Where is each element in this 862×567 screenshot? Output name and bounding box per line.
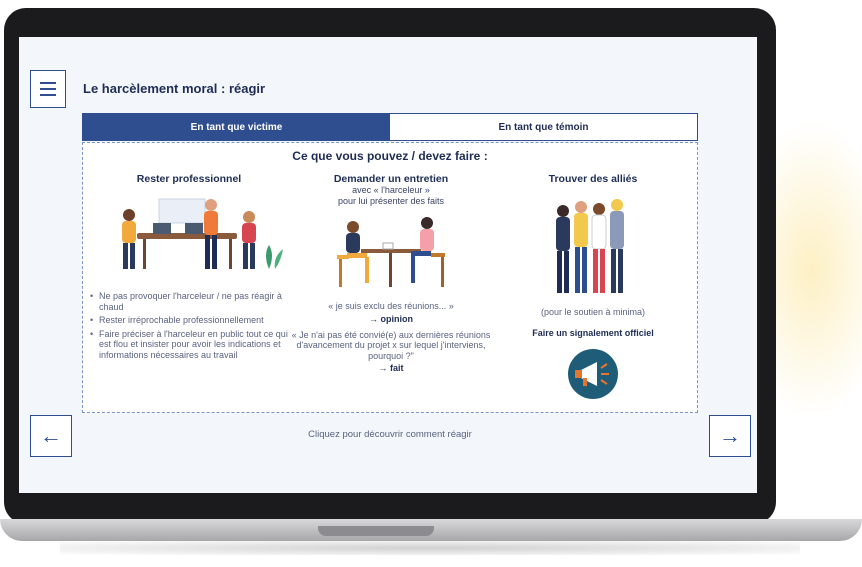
panel-heading: Ce que vous pouvez / devez faire : bbox=[292, 149, 488, 163]
laptop-shadow bbox=[60, 541, 800, 555]
allies-group-illustration bbox=[556, 199, 624, 293]
bullet-list: Ne pas provoquer l'harceleur / ne pas ré… bbox=[89, 291, 289, 360]
prev-button[interactable]: ← bbox=[30, 415, 72, 457]
instruction-hint: Cliquez pour découvrir comment réagir bbox=[308, 429, 472, 440]
page-title: Le harcèlement moral : réagir bbox=[83, 81, 266, 96]
column-trouver-allies: Trouver des alliés (pour le soutien à mi… bbox=[493, 173, 693, 400]
tab-victime[interactable]: En tant que victime bbox=[83, 114, 390, 140]
column-rester-professionnel: Rester professionnel • Ne pas provoquer … bbox=[89, 173, 289, 363]
column-title: Demander un entretien bbox=[333, 173, 449, 185]
screen: Le harcèlement moral : réagir En tant qu… bbox=[19, 37, 757, 493]
column-subtitle: pour lui présenter des faits bbox=[337, 196, 445, 206]
content-panel: Ce que vous pouvez / devez faire : Reste… bbox=[82, 142, 698, 413]
hamburger-menu-icon bbox=[40, 82, 56, 84]
arrow-right-icon: → bbox=[719, 423, 741, 448]
list-item: Faire préciser à l'harceleur en public t… bbox=[89, 329, 289, 361]
list-item: Ne pas provoquer l'harceleur / ne pas ré… bbox=[89, 291, 289, 312]
tab-bar: En tant que victime En tant que témoin bbox=[82, 113, 698, 141]
tab-temoin[interactable]: En tant que témoin bbox=[390, 114, 697, 140]
meeting-illustration bbox=[122, 198, 283, 269]
interview-illustration bbox=[337, 217, 445, 287]
menu-button[interactable] bbox=[30, 70, 66, 108]
laptop-notch bbox=[318, 526, 434, 536]
column-subtitle: avec « l'harceleur » bbox=[352, 185, 430, 195]
list-item: Rester irréprochable professionnellement bbox=[89, 315, 289, 326]
arrow-left-icon: ← bbox=[40, 423, 62, 448]
next-button[interactable]: → bbox=[709, 415, 751, 457]
megaphone-icon bbox=[568, 348, 618, 399]
label-fait: → fait bbox=[378, 363, 404, 373]
signalement-label: Faire un signalement officiel bbox=[532, 327, 654, 338]
quote-opinion: « je suis exclu des réunions... » bbox=[328, 301, 454, 311]
support-note: (pour le soutien à minima) bbox=[540, 307, 646, 317]
column-title: Trouver des alliés bbox=[548, 173, 638, 185]
label-opinion: → opinion bbox=[369, 313, 413, 324]
column-title: Rester professionnel bbox=[136, 173, 242, 185]
column-demander-entretien: Demander un entretien avec « l'harceleur… bbox=[291, 173, 491, 373]
quote-fait: « Je n'ai pas été convié(e) aux dernière… bbox=[291, 329, 491, 361]
